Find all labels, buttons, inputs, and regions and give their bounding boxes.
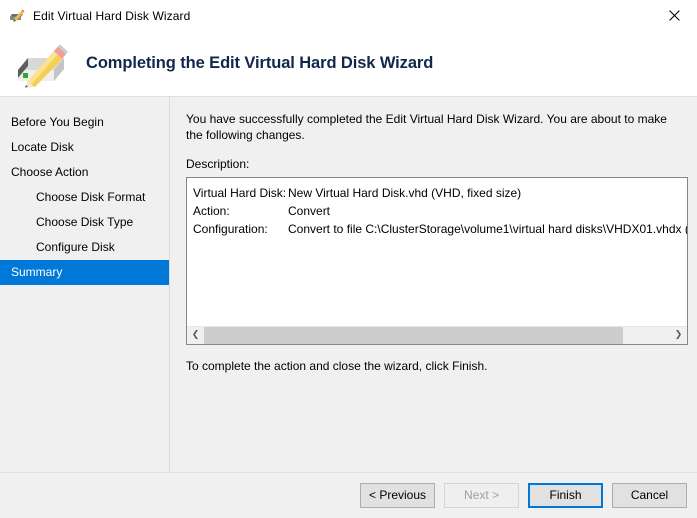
horizontal-scrollbar[interactable]: ❮ ❯ [187, 326, 687, 344]
window-title: Edit Virtual Hard Disk Wizard [33, 8, 191, 23]
wizard-header: Completing the Edit Virtual Hard Disk Wi… [0, 31, 697, 97]
sidebar-item-summary[interactable]: Summary [0, 260, 169, 285]
wizard-content: You have successfully completed the Edit… [170, 97, 697, 472]
summary-value: Convert [288, 204, 331, 218]
disk-with-pencil-icon [14, 40, 72, 88]
summary-row-action: Action: Convert [193, 202, 687, 220]
scroll-right-icon[interactable]: ❯ [670, 327, 687, 344]
title-bar-buttons [651, 0, 697, 31]
wizard-footer: < Previous Next > Finish Cancel [0, 472, 697, 518]
summary-key: Action: [193, 204, 230, 218]
summary-value: Convert to file C:\ClusterStorage\volume… [288, 222, 687, 236]
edit-virtual-hard-disk-wizard-window: Edit Virtual Hard Disk Wizard Completing… [0, 0, 697, 518]
next-button: Next > [444, 483, 519, 508]
finish-button[interactable]: Finish [528, 483, 603, 508]
intro-text: You have successfully completed the Edit… [186, 112, 667, 142]
summary-key: Configuration: [193, 222, 268, 236]
cancel-button[interactable]: Cancel [612, 483, 687, 508]
sidebar-item-choose-action[interactable]: Choose Action [0, 160, 169, 185]
description-content: Virtual Hard Disk: New Virtual Hard Disk… [187, 178, 687, 326]
summary-row-configuration: Configuration: Convert to file C:\Cluste… [193, 220, 687, 238]
sidebar-item-configure-disk[interactable]: Configure Disk [0, 235, 169, 260]
summary-row-virtual-hard-disk: Virtual Hard Disk: New Virtual Hard Disk… [193, 184, 687, 202]
previous-button[interactable]: < Previous [360, 483, 435, 508]
scroll-left-icon[interactable]: ❮ [187, 327, 204, 344]
sidebar-item-choose-disk-format[interactable]: Choose Disk Format [0, 185, 169, 210]
wizard-step-nav: Before You Begin Locate Disk Choose Acti… [0, 97, 170, 472]
description-box: Virtual Hard Disk: New Virtual Hard Disk… [186, 177, 688, 345]
wizard-body: Before You Begin Locate Disk Choose Acti… [0, 97, 697, 472]
description-label: Description: [186, 157, 250, 171]
sidebar-item-choose-disk-type[interactable]: Choose Disk Type [0, 210, 169, 235]
title-bar: Edit Virtual Hard Disk Wizard [0, 0, 697, 31]
summary-value: New Virtual Hard Disk.vhd (VHD, fixed si… [288, 186, 522, 200]
close-icon[interactable] [651, 0, 697, 31]
scrollbar-track[interactable] [204, 327, 670, 344]
page-title: Completing the Edit Virtual Hard Disk Wi… [86, 54, 434, 72]
window-icon [9, 7, 25, 23]
footnote-text: To complete the action and close the wiz… [186, 359, 488, 373]
sidebar-item-locate-disk[interactable]: Locate Disk [0, 135, 169, 160]
sidebar-item-before-you-begin[interactable]: Before You Begin [0, 110, 169, 135]
scrollbar-thumb[interactable] [204, 327, 624, 344]
summary-key: Virtual Hard Disk: [193, 186, 287, 200]
